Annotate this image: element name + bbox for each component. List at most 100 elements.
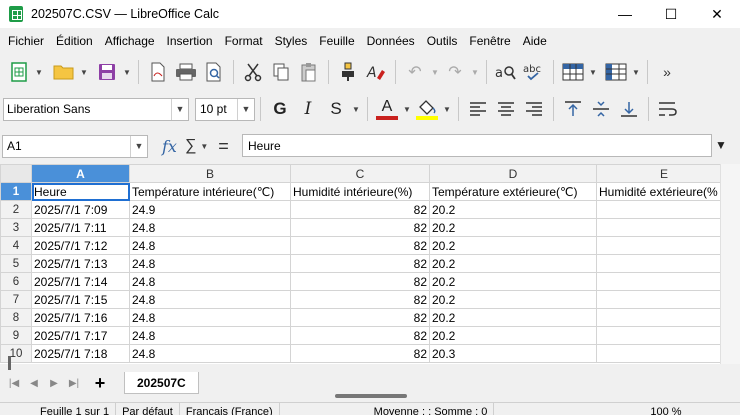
cell[interactable]: 24.8 — [129, 254, 291, 273]
row-header[interactable]: 4 — [0, 236, 32, 255]
row-header[interactable]: 8 — [0, 308, 32, 327]
cell[interactable]: 24.8 — [129, 236, 291, 255]
cell[interactable]: 20.2 — [429, 272, 597, 291]
paste-icon[interactable] — [296, 59, 322, 85]
cell[interactable]: 82 — [290, 308, 430, 327]
undo-icon[interactable]: ↶ — [402, 59, 428, 85]
status-zoom[interactable]: 100 % — [644, 403, 687, 415]
align-left-icon[interactable] — [465, 96, 491, 122]
menu-styles[interactable]: Styles — [269, 29, 314, 53]
copy-icon[interactable] — [268, 59, 294, 85]
cell[interactable]: 24.8 — [129, 218, 291, 237]
cell[interactable]: 8 — [596, 218, 732, 237]
cell[interactable]: 2025/7/1 7:15 — [31, 290, 130, 309]
cell[interactable]: 2025/7/1 7:16 — [31, 308, 130, 327]
spelling-icon[interactable]: abc — [521, 59, 547, 85]
menu-fenetre[interactable]: Fenêtre — [463, 29, 516, 53]
chevron-down-icon[interactable]: ▼ — [237, 98, 254, 120]
cell[interactable]: 2025/7/1 7:17 — [31, 326, 130, 345]
italic-button[interactable]: I — [295, 96, 321, 122]
minimize-button[interactable]: — — [602, 0, 648, 28]
cell[interactable]: 82 — [290, 272, 430, 291]
row-header[interactable]: 9 — [0, 326, 32, 345]
chevron-down-icon[interactable]: ▼ — [33, 59, 45, 85]
cell[interactable]: 24.8 — [129, 344, 291, 363]
align-top-icon[interactable] — [560, 96, 586, 122]
cell[interactable]: 2025/7/1 7:12 — [31, 236, 130, 255]
column-icon[interactable] — [603, 59, 629, 85]
cell[interactable]: 82 — [290, 218, 430, 237]
chevron-down-icon[interactable]: ▼ — [121, 59, 133, 85]
first-sheet-icon[interactable]: |◀ — [4, 378, 24, 389]
cell[interactable]: Humidité extérieure(% — [596, 182, 732, 201]
last-sheet-icon[interactable]: ▶| — [64, 378, 84, 389]
menu-affichage[interactable]: Affichage — [99, 29, 161, 53]
chevron-down-icon[interactable]: ▼ — [350, 96, 362, 122]
cell[interactable]: 82 — [290, 200, 430, 219]
new-spreadsheet-icon[interactable] — [6, 59, 32, 85]
bold-button[interactable]: G — [267, 96, 293, 122]
sum-icon[interactable]: ∑ — [185, 137, 196, 155]
cell[interactable]: 20.2 — [429, 326, 597, 345]
cell[interactable]: 82 — [290, 290, 430, 309]
expand-formula-icon[interactable]: ▼ — [715, 138, 727, 152]
column-header[interactable]: A — [31, 164, 130, 183]
cell[interactable]: 20.2 — [429, 218, 597, 237]
cell[interactable]: 20.3 — [429, 344, 597, 363]
cell[interactable]: 24.9 — [129, 200, 291, 219]
cell[interactable]: 8 — [596, 200, 732, 219]
cell[interactable]: 8 — [596, 308, 732, 327]
status-style[interactable]: Par défaut — [116, 403, 180, 415]
font-color-button[interactable]: A — [374, 96, 400, 122]
cell[interactable]: 2025/7/1 7:09 — [31, 200, 130, 219]
row-header[interactable]: 3 — [0, 218, 32, 237]
cell[interactable]: 20.2 — [429, 308, 597, 327]
find-replace-icon[interactable]: a — [493, 59, 519, 85]
chevron-down-icon[interactable]: ▼ — [401, 96, 413, 122]
cell[interactable]: 8 — [596, 344, 732, 363]
highlight-color-button[interactable] — [414, 96, 440, 122]
cell[interactable]: 2025/7/1 7:18 — [31, 344, 130, 363]
previous-sheet-icon[interactable]: ◀ — [24, 378, 44, 389]
formula-equals-icon[interactable]: = — [218, 136, 229, 157]
more-options-icon[interactable]: » — [654, 59, 680, 85]
chevron-down-icon[interactable]: ▼ — [78, 59, 90, 85]
maximize-button[interactable]: ☐ — [648, 0, 694, 28]
menu-fichier[interactable]: Fichier — [2, 29, 50, 53]
cell[interactable]: 2025/7/1 7:13 — [31, 254, 130, 273]
next-sheet-icon[interactable]: ▶ — [44, 378, 64, 389]
open-folder-icon[interactable] — [51, 59, 77, 85]
font-name-box[interactable]: Liberation Sans ▼ — [3, 97, 189, 121]
cut-icon[interactable] — [240, 59, 266, 85]
sheet-tab-active[interactable]: 202507C — [124, 372, 199, 394]
row-header[interactable]: 5 — [0, 254, 32, 273]
cell[interactable]: 20.2 — [429, 236, 597, 255]
column-header[interactable]: C — [290, 164, 430, 183]
cell[interactable]: 20.2 — [429, 254, 597, 273]
menu-donnees[interactable]: Données — [361, 29, 421, 53]
menu-insertion[interactable]: Insertion — [161, 29, 219, 53]
menu-outils[interactable]: Outils — [421, 29, 464, 53]
center-vertically-icon[interactable] — [588, 96, 614, 122]
column-header[interactable]: D — [429, 164, 597, 183]
status-summary[interactable]: Moyenne : ; Somme : 0 — [350, 403, 495, 415]
clone-formatting-icon[interactable] — [335, 59, 361, 85]
shadow-button[interactable]: S — [323, 96, 349, 122]
column-header[interactable]: E — [596, 164, 732, 183]
row-header[interactable]: 2 — [0, 200, 32, 219]
cell[interactable]: 24.8 — [129, 308, 291, 327]
menu-edition[interactable]: Édition — [50, 29, 99, 53]
vertical-scroll-thumb[interactable] — [8, 356, 11, 370]
row-header[interactable]: 10 — [0, 344, 32, 363]
clear-formatting-icon[interactable]: A — [363, 59, 389, 85]
close-button[interactable]: ✕ — [694, 0, 740, 28]
cell[interactable]: 20.2 — [429, 200, 597, 219]
menu-aide[interactable]: Aide — [517, 29, 553, 53]
vertical-scrollbar[interactable] — [720, 164, 740, 364]
export-pdf-icon[interactable] — [145, 59, 171, 85]
chevron-down-icon[interactable]: ▼ — [200, 142, 208, 151]
cell[interactable]: Température intérieure(℃) — [129, 182, 291, 201]
cell[interactable]: 82 — [290, 236, 430, 255]
print-icon[interactable] — [173, 59, 199, 85]
menu-format[interactable]: Format — [219, 29, 269, 53]
